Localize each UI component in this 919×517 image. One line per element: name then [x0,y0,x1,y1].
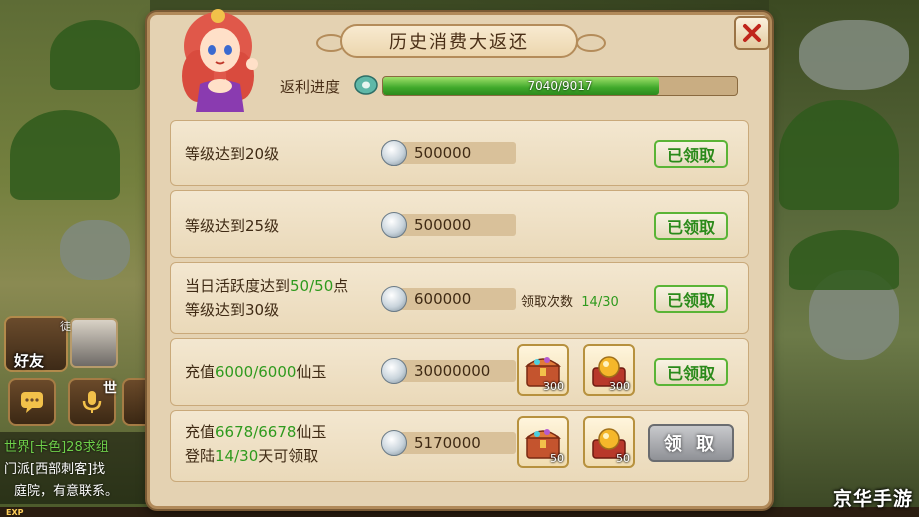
item-quantity: 50 [550,452,564,465]
progress-text: 7040/9017 [527,79,593,93]
friend-label: 好友 [14,352,45,370]
item-quantity: 50 [616,452,630,465]
rock-decoration [799,20,909,90]
silver-coin-icon [381,286,407,312]
palm-tree-decoration [50,20,140,90]
reward-item-slot[interactable]: 300 [517,344,569,396]
row-condition: 充值6678/6678仙玉 [185,423,327,441]
claimed-button[interactable]: 已领取 [654,285,728,313]
apprentice-avatar[interactable] [70,318,118,368]
silver-coin-icon [381,430,407,456]
world-channel-label: 世 [103,381,117,397]
title-scroll-decoration [576,34,606,52]
claim-button[interactable]: 领 取 [648,424,734,462]
reward-amount: 600000 [396,288,516,310]
row-condition-line2: 等级达到30级 [185,301,280,319]
reward-item-slot[interactable]: 300 [583,344,635,396]
progress-bar: 7040/9017 [382,76,738,96]
progress-label: 返利进度 [280,78,341,96]
item-quantity: 300 [543,380,564,393]
claim-count: 领取次数 14/30 [521,295,619,310]
background-right-scenery [769,0,919,517]
chat-log: 世界[卡色]28求组 门派[西部刺客]找 庭院，有意联系。 [0,432,150,504]
palm-tree-decoration [10,110,120,200]
row-condition-line2: 登陆14/30天可领取 [185,447,319,465]
rock-decoration [60,220,130,280]
silver-coin-icon [381,212,407,238]
row-condition: 等级达到20级 [185,145,280,163]
claimed-button[interactable]: 已领取 [654,140,728,168]
panel-title: 历史消费大返还 [389,32,529,53]
reward-amount: 5170000 [396,432,516,454]
chat-line: 门派[西部刺客]找 [4,462,106,477]
close-icon [743,24,761,42]
exp-label: EXP [6,508,24,517]
chat-bubble-icon [21,392,43,413]
row-condition: 等级达到25级 [185,217,280,235]
row-condition: 当日活跃度达到50/50点 [185,277,349,295]
silver-coin-icon [381,358,407,384]
reward-item-slot[interactable]: 50 [517,416,569,468]
chat-line: 庭院，有意联系。 [14,484,119,499]
apprentice-tag: 徒 [60,320,71,333]
reward-item-slot[interactable]: 50 [583,416,635,468]
character-portrait [182,9,258,112]
reward-amount: 500000 [396,142,516,164]
claimed-button[interactable]: 已领取 [654,358,728,386]
reward-amount: 30000000 [396,360,516,382]
silver-coin-icon [381,140,407,166]
row-condition: 充值6000/6000仙玉 [185,363,327,381]
bush-decoration [779,100,899,210]
chat-button[interactable] [8,378,56,426]
chat-line: 世界[卡色]28求组 [4,440,109,455]
microphone-icon [82,391,102,413]
jade-coin-icon [354,75,378,95]
bush-decoration [789,230,899,290]
claimed-button[interactable]: 已领取 [654,212,728,240]
item-quantity: 300 [609,380,630,393]
watermark: 京华手游 [832,488,913,510]
reward-amount: 500000 [396,214,516,236]
panel-title-plaque: 历史消费大返还 [340,24,578,58]
close-button[interactable] [734,16,770,50]
